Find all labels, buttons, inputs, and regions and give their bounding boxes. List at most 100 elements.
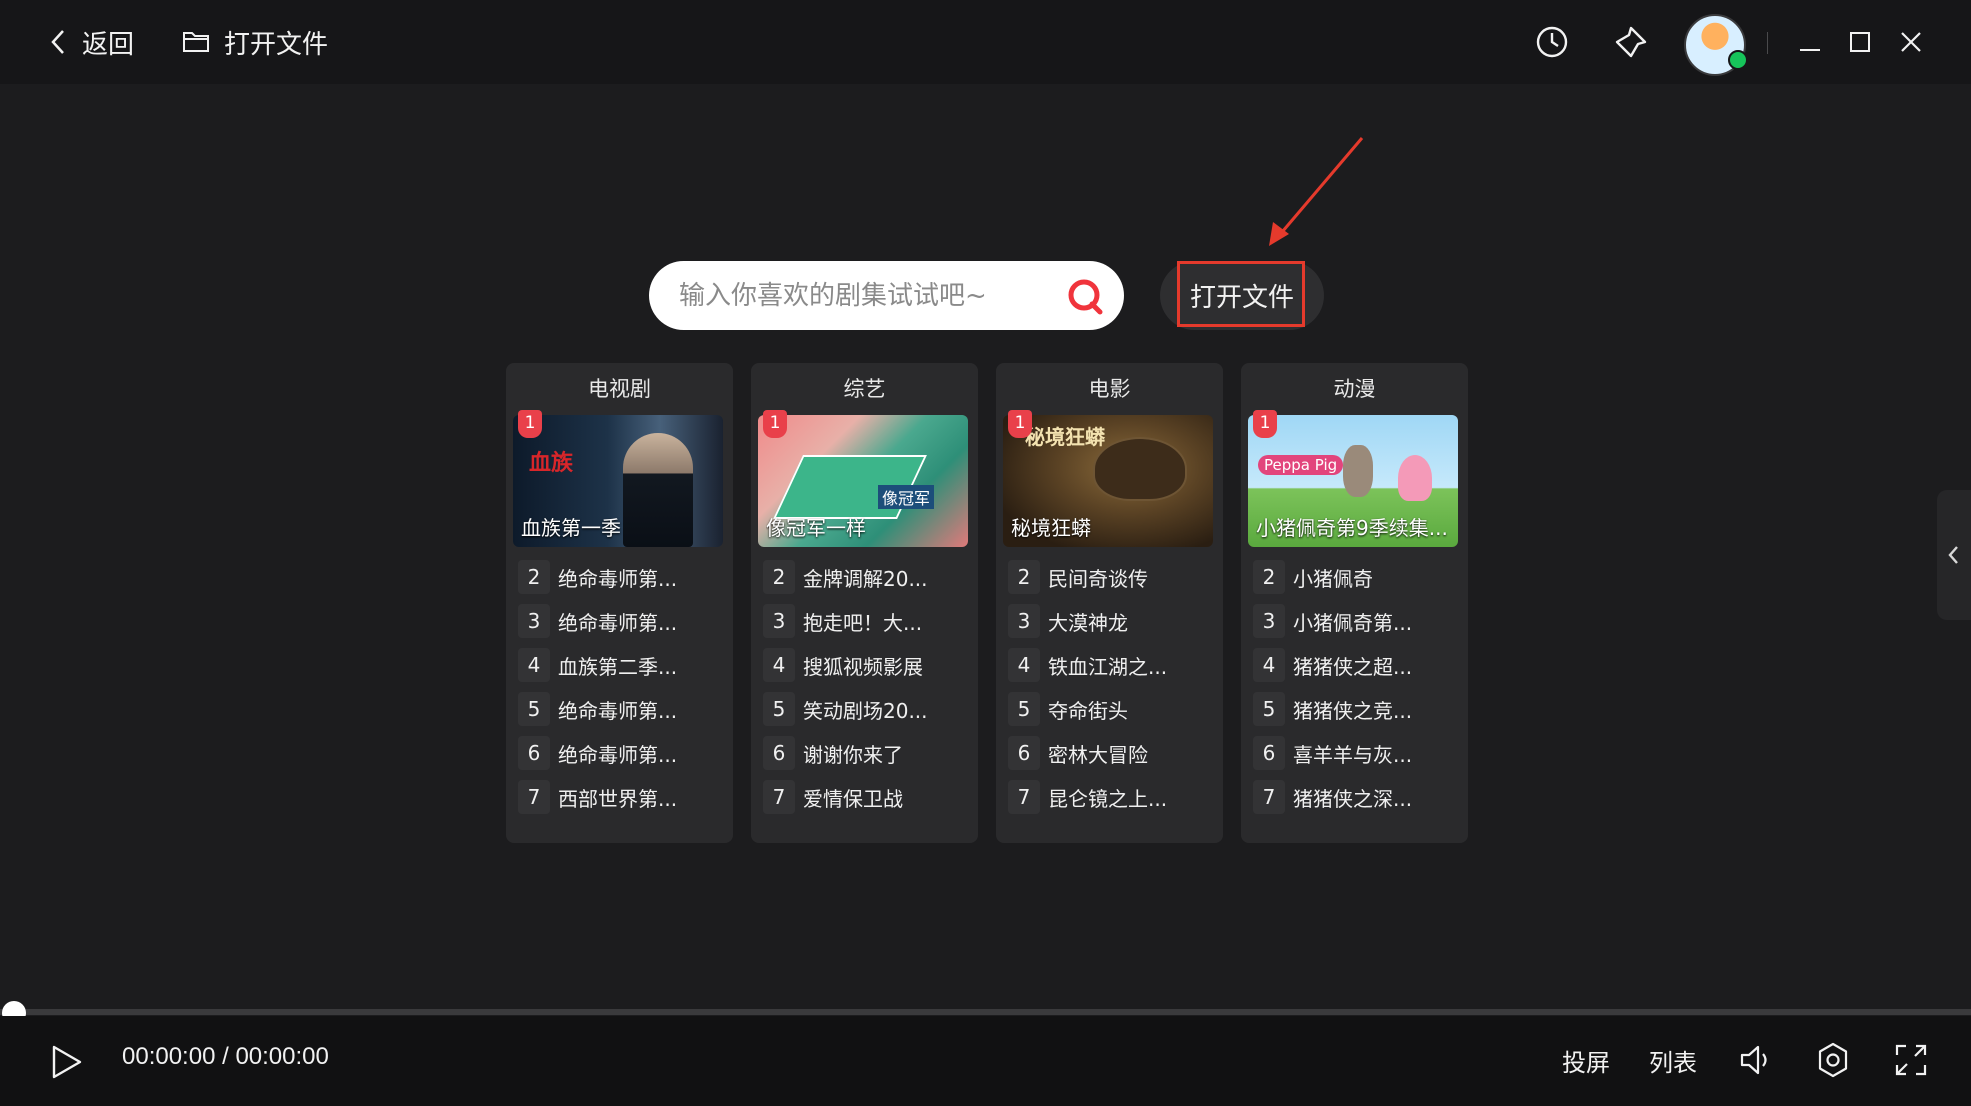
time-display: 00:00:00 / 00:00:00: [122, 1043, 329, 1071]
list-item[interactable]: 2 金牌调解20...: [763, 555, 968, 599]
settings-icon[interactable]: [1813, 1040, 1853, 1080]
ranking-list: 2 民间奇谈传 3 大漠神龙 4 铁血江湖之... 5 夺命街头 6 密林大冒险 7 昆仑镜…: [1008, 555, 1213, 819]
item-title: 夺命街头: [1048, 698, 1128, 723]
item-title: 小猪佩奇: [1293, 566, 1373, 591]
rank-number: 3: [763, 604, 795, 638]
list-item[interactable]: 4 铁血江湖之...: [1008, 643, 1213, 687]
list-item[interactable]: 5 笑动剧场20...: [763, 687, 968, 731]
category-card-variety: 综艺 1 像冠军 像冠军一样 2 金牌调解20... 3 抱走吧！大... 4 搜狐视…: [751, 363, 978, 843]
minimize-icon[interactable]: [1788, 20, 1832, 64]
item-title: 密林大冒险: [1048, 742, 1148, 767]
close-icon[interactable]: [1889, 20, 1933, 64]
rank-number: 4: [1008, 648, 1040, 682]
category-card-tv: 电视剧 1 血族 血族第一季 2 绝命毒师第... 3 绝命毒师第... 4 血族第二…: [506, 363, 733, 843]
current-time: 00:00:00: [122, 1043, 216, 1070]
list-item[interactable]: 4 猪猪侠之超...: [1253, 643, 1458, 687]
item-title: 绝命毒师第...: [558, 742, 678, 767]
item-title: 民间奇谈传: [1048, 566, 1148, 591]
item-title: 西部世界第...: [558, 786, 678, 811]
rank-number: 6: [518, 736, 550, 770]
search-box[interactable]: [649, 261, 1124, 330]
seek-bar[interactable]: [0, 1009, 1971, 1015]
category-title: 电影: [1088, 377, 1131, 401]
featured-thumbnail[interactable]: 秘境狂蟒 秘境狂蟒: [1003, 415, 1213, 547]
category-title: 电视剧: [588, 377, 651, 401]
category-title: 动漫: [1333, 377, 1376, 401]
list-item[interactable]: 4 血族第二季...: [518, 643, 723, 687]
rank-number: 3: [1253, 604, 1285, 638]
list-item[interactable]: 3 绝命毒师第...: [518, 599, 723, 643]
list-item[interactable]: 7 猪猪侠之深...: [1253, 775, 1458, 819]
time-separator: /: [222, 1043, 229, 1070]
rank-number: 6: [763, 736, 795, 770]
search-icon[interactable]: [1066, 277, 1104, 315]
rank-number: 5: [1253, 692, 1285, 726]
list-item[interactable]: 3 大漠神龙: [1008, 599, 1213, 643]
featured-thumbnail[interactable]: 像冠军 像冠军一样: [758, 415, 968, 547]
list-item[interactable]: 6 绝命毒师第...: [518, 731, 723, 775]
featured-thumbnail[interactable]: Peppa Pig 小猪佩奇第9季续集...: [1248, 415, 1458, 547]
fullscreen-icon[interactable]: [1891, 1040, 1931, 1080]
list-item[interactable]: 3 抱走吧！大...: [763, 599, 968, 643]
list-item[interactable]: 2 小猪佩奇: [1253, 555, 1458, 599]
list-item[interactable]: 2 绝命毒师第...: [518, 555, 723, 599]
open-file-menu-button[interactable]: 打开文件: [182, 22, 328, 62]
item-title: 搜狐视频影展: [803, 654, 923, 679]
play-icon[interactable]: [46, 1042, 86, 1082]
chevron-left-icon: [1948, 546, 1958, 564]
list-item[interactable]: 7 西部世界第...: [518, 775, 723, 819]
folder-icon: [183, 32, 209, 52]
title-bar: 返回 打开文件: [0, 0, 1971, 84]
back-button[interactable]: 返回: [48, 22, 134, 62]
ranking-list: 2 小猪佩奇 3 小猪佩奇第... 4 猪猪侠之超... 5 猪猪侠之竞... 6 喜羊羊…: [1253, 555, 1458, 819]
list-item[interactable]: 6 喜羊羊与灰...: [1253, 731, 1458, 775]
playlist-button[interactable]: 列表: [1649, 1043, 1697, 1078]
ranking-list: 2 绝命毒师第... 3 绝命毒师第... 4 血族第二季... 5 绝命毒师第... …: [518, 555, 723, 819]
featured-caption: 小猪佩奇第9季续集...: [1256, 516, 1448, 540]
player-window: 返回 打开文件 输入你喜欢的剧集试试吧~ 打开文件 电视剧 1 血族 血族第一季…: [0, 0, 1971, 1106]
open-file-button[interactable]: 打开文件: [1160, 261, 1324, 330]
item-title: 小猪佩奇第...: [1293, 610, 1413, 635]
volume-icon[interactable]: [1736, 1040, 1776, 1080]
rank-number: 5: [518, 692, 550, 726]
rank-number: 4: [763, 648, 795, 682]
list-item[interactable]: 7 昆仑镜之上...: [1008, 775, 1213, 819]
list-item[interactable]: 7 爱情保卫战: [763, 775, 968, 819]
side-panel-toggle[interactable]: [1937, 490, 1971, 620]
cast-button[interactable]: 投屏: [1562, 1043, 1610, 1078]
rank-number: 4: [1253, 648, 1285, 682]
history-icon[interactable]: [1530, 20, 1574, 64]
search-input[interactable]: [677, 279, 1041, 312]
back-label: 返回: [82, 29, 135, 60]
featured-caption: 血族第一季: [521, 516, 621, 540]
list-item[interactable]: 6 密林大冒险: [1008, 731, 1213, 775]
total-time: 00:00:00: [235, 1043, 329, 1070]
annotation-arrow: [1269, 137, 1364, 246]
featured-caption: 像冠军一样: [766, 516, 866, 540]
poster-pig: [1398, 455, 1432, 501]
list-item[interactable]: 3 小猪佩奇第...: [1253, 599, 1458, 643]
category-card-anime: 动漫 1 Peppa Pig 小猪佩奇第9季续集... 2 小猪佩奇 3 小猪佩奇第…: [1241, 363, 1468, 843]
item-title: 猪猪侠之竞...: [1293, 698, 1413, 723]
rank-number: 7: [763, 780, 795, 814]
list-item[interactable]: 6 谢谢你来了: [763, 731, 968, 775]
maximize-icon[interactable]: [1838, 20, 1882, 64]
rank-number: 7: [518, 780, 550, 814]
rank-number: 3: [1008, 604, 1040, 638]
featured-caption: 秘境狂蟒: [1011, 516, 1091, 540]
category-card-movie: 电影 1 秘境狂蟒 秘境狂蟒 2 民间奇谈传 3 大漠神龙 4 铁血江湖之... 5夺…: [996, 363, 1223, 843]
item-title: 抱走吧！大...: [803, 610, 923, 635]
list-item[interactable]: 5 猪猪侠之竞...: [1253, 687, 1458, 731]
list-item[interactable]: 4 搜狐视频影展: [763, 643, 968, 687]
list-item[interactable]: 5 绝命毒师第...: [518, 687, 723, 731]
item-title: 绝命毒师第...: [558, 610, 678, 635]
featured-thumbnail[interactable]: 血族 血族第一季: [513, 415, 723, 547]
list-item[interactable]: 2 民间奇谈传: [1008, 555, 1213, 599]
poster-title-art: Peppa Pig: [1258, 455, 1344, 475]
category-title: 综艺: [843, 377, 886, 401]
open-file-menu-label: 打开文件: [224, 29, 329, 60]
pin-icon[interactable]: [1609, 20, 1653, 64]
list-item[interactable]: 5 夺命街头: [1008, 687, 1213, 731]
poster-title-art: 血族: [529, 451, 574, 476]
item-title: 绝命毒师第...: [558, 566, 678, 591]
